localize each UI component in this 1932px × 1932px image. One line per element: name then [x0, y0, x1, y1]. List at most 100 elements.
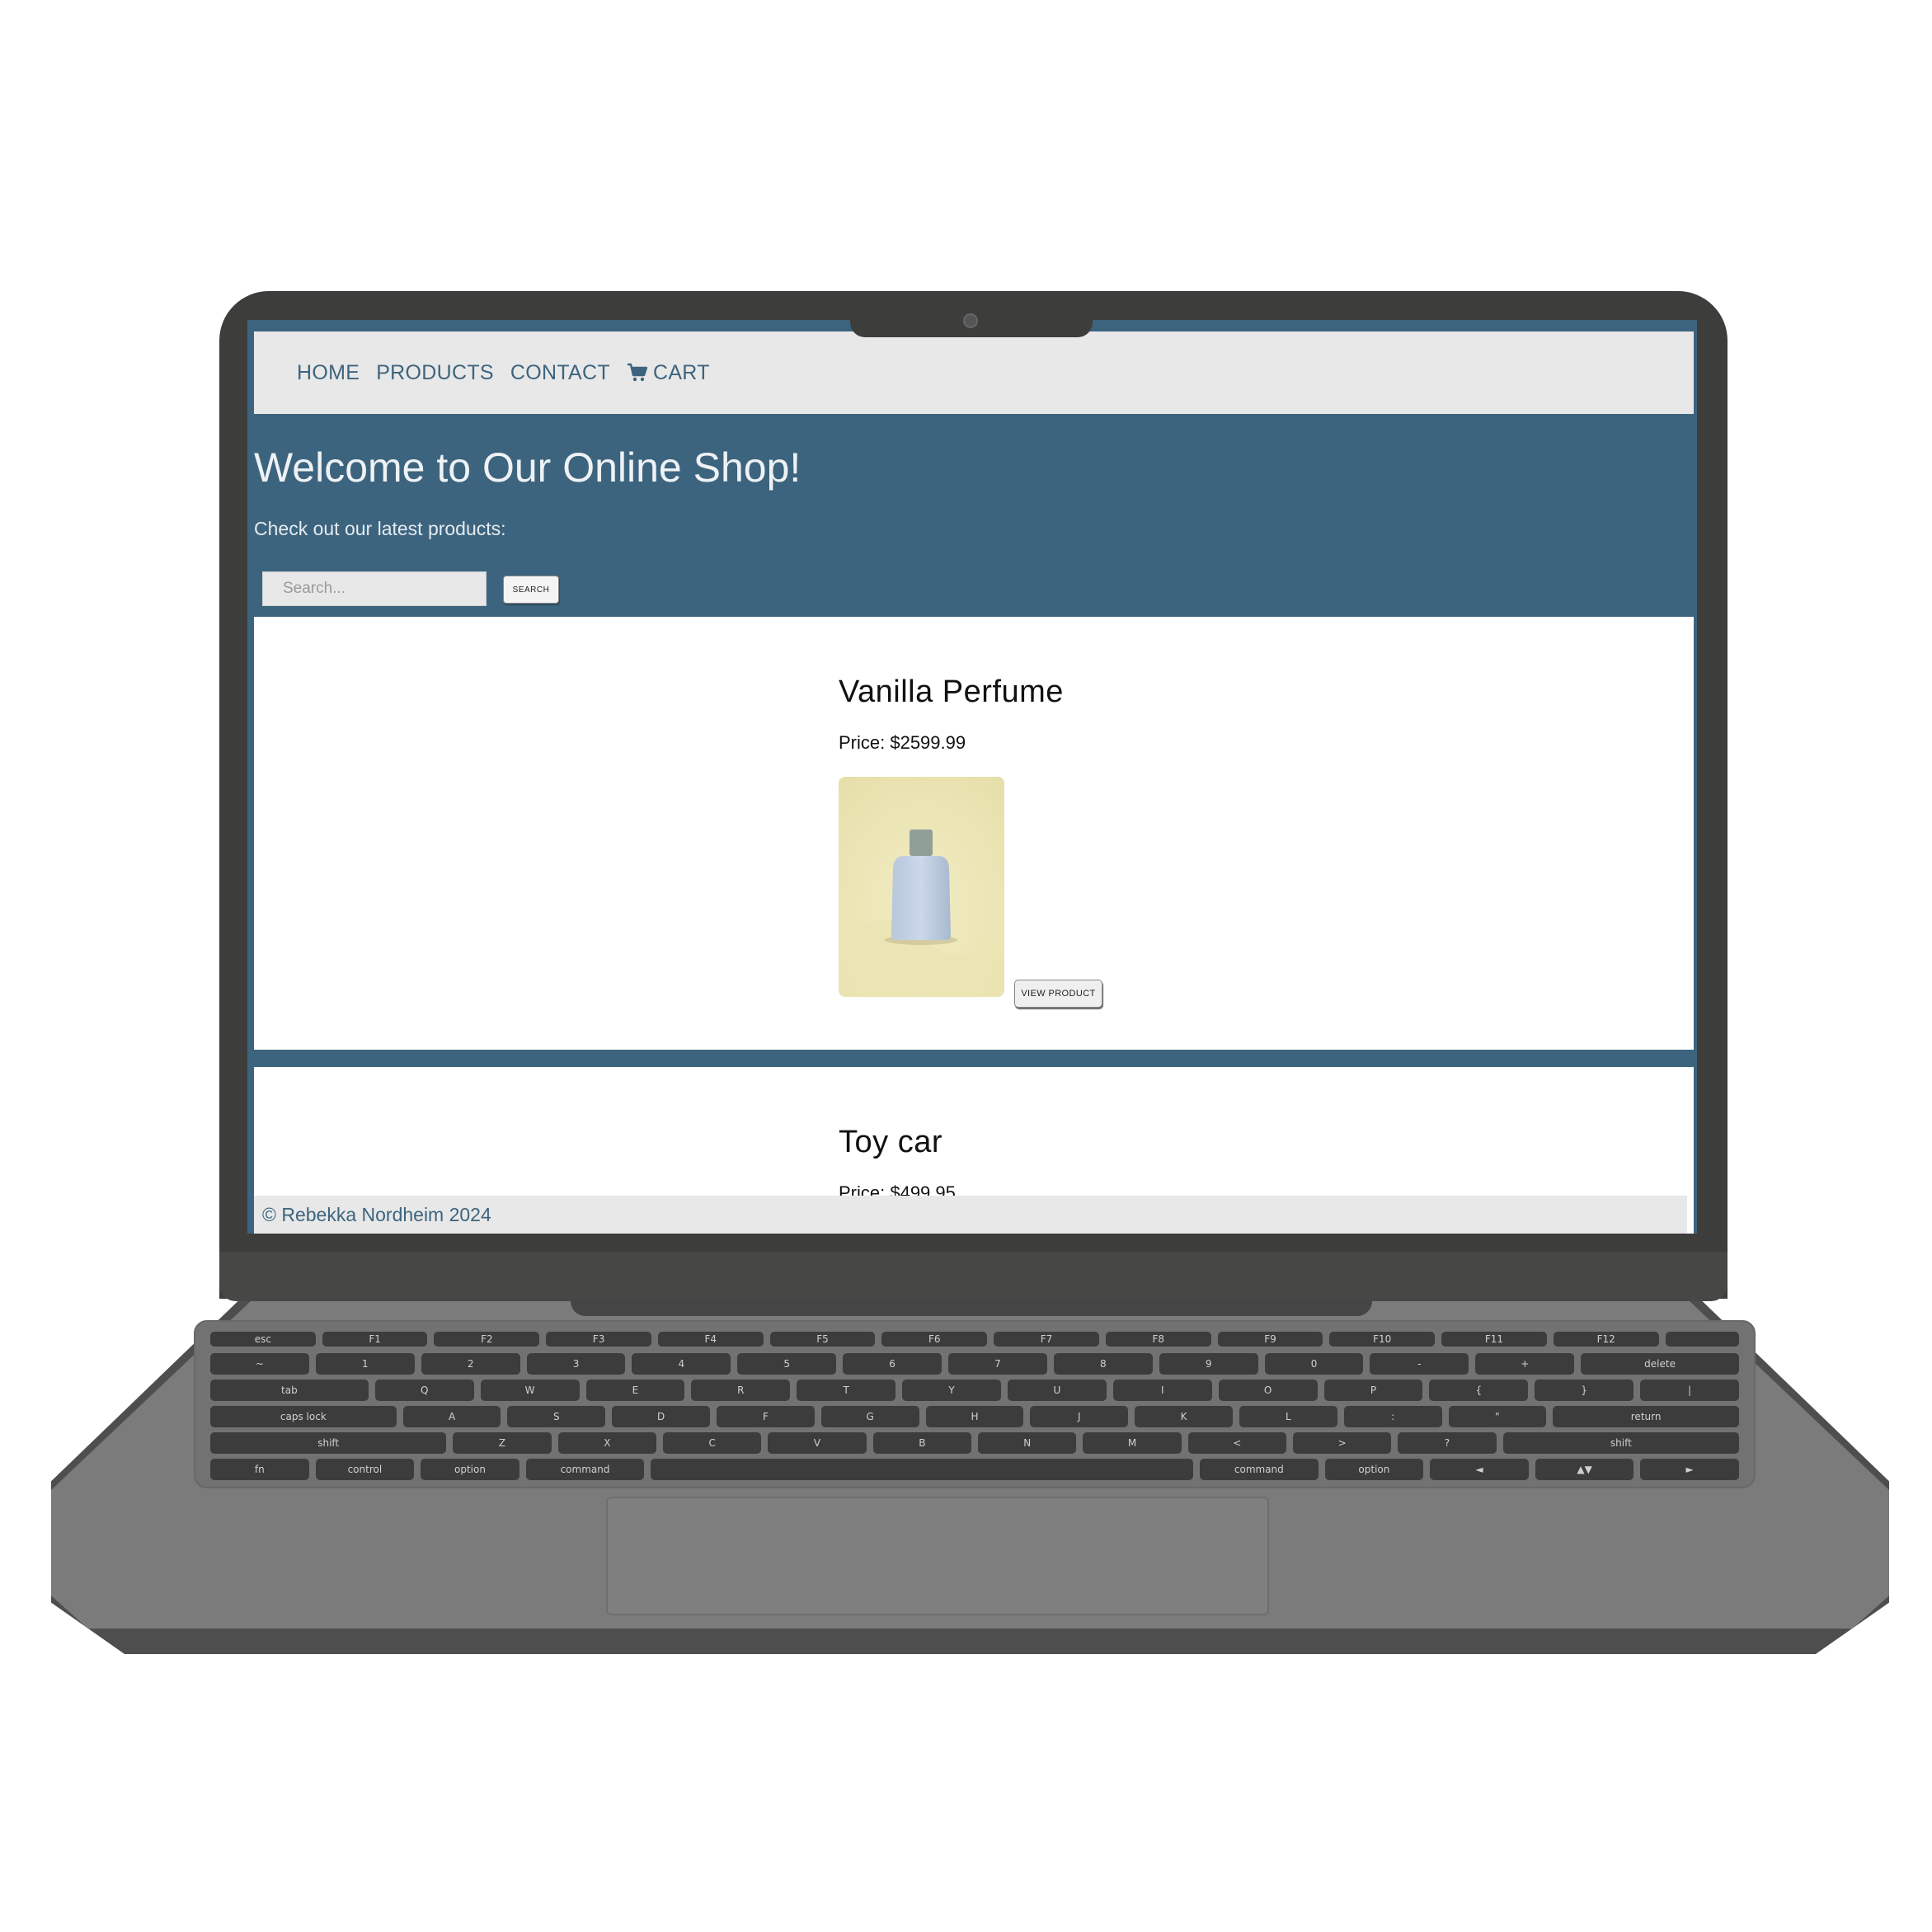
cart-icon — [627, 363, 648, 383]
key: F7 — [994, 1332, 1099, 1347]
keyboard-row-bottom: fn control option command command option… — [210, 1459, 1739, 1480]
key: V — [768, 1432, 867, 1454]
key: F9 — [1217, 1332, 1323, 1347]
key: R — [691, 1380, 791, 1401]
arrow-left-key: ◄ — [1430, 1459, 1529, 1480]
search-button[interactable]: SEARCH — [503, 576, 559, 604]
key: 0 — [1264, 1353, 1364, 1375]
key: F6 — [881, 1332, 988, 1347]
key: 5 — [737, 1353, 837, 1375]
key: : — [1343, 1406, 1442, 1427]
key: B — [872, 1432, 972, 1454]
key: F10 — [1329, 1332, 1436, 1347]
key: W — [480, 1380, 580, 1401]
key: K — [1135, 1406, 1233, 1427]
page-title: Welcome to Our Online Shop! — [254, 444, 801, 491]
keyboard: esc F1 F2 F3 F4 F5 F6 F7 F8 F9 F10 F11 F… — [194, 1320, 1756, 1488]
key: " — [1448, 1406, 1547, 1427]
key: ~ — [210, 1353, 309, 1375]
nav-cart-link[interactable]: CART — [627, 361, 710, 385]
keyboard-row-qwerty: tab Q W E R T Y U I O P { } | — [210, 1380, 1739, 1401]
nav-products-link[interactable]: PRODUCTS — [376, 361, 494, 385]
space-key — [651, 1459, 1194, 1480]
key: E — [585, 1380, 685, 1401]
key: 3 — [526, 1353, 626, 1375]
keyboard-row-function: esc F1 F2 F3 F4 F5 F6 F7 F8 F9 F10 F11 F… — [210, 1332, 1739, 1347]
key: 4 — [632, 1353, 731, 1375]
footer: © Rebekka Nordheim 2024 — [254, 1196, 1687, 1234]
option-key: option — [421, 1459, 519, 1480]
key: > — [1293, 1432, 1392, 1454]
key: X — [557, 1432, 657, 1454]
laptop-hinge — [219, 1252, 1728, 1301]
key: J — [1030, 1406, 1129, 1427]
key: { — [1429, 1380, 1529, 1401]
keyboard-row-numbers: ~ 1 2 3 4 5 6 7 8 9 0 - + delete — [210, 1353, 1739, 1375]
key: C — [663, 1432, 762, 1454]
key: F — [717, 1406, 815, 1427]
key: 6 — [843, 1353, 942, 1375]
key: esc — [210, 1332, 316, 1347]
product-name: Vanilla Perfume — [839, 675, 1064, 709]
key: 2 — [421, 1353, 520, 1375]
search-input[interactable] — [262, 571, 487, 606]
key: < — [1187, 1432, 1286, 1454]
control-key: control — [315, 1459, 415, 1480]
product-card: Vanilla Perfume Price: $2599.99 VIEW PRO… — [254, 617, 1694, 1050]
key: F11 — [1441, 1332, 1547, 1347]
tab-key: tab — [210, 1380, 369, 1401]
trackpad — [606, 1497, 1269, 1615]
key: } — [1535, 1380, 1634, 1401]
command-key: command — [525, 1459, 645, 1480]
key: U — [1007, 1380, 1107, 1401]
return-key: return — [1553, 1406, 1739, 1427]
fn-key: fn — [210, 1459, 309, 1480]
key: ? — [1398, 1432, 1497, 1454]
key: Q — [374, 1380, 474, 1401]
key: P — [1323, 1380, 1423, 1401]
key: F3 — [546, 1332, 651, 1347]
navbar: HOME PRODUCTS CONTACT CART — [254, 331, 1694, 414]
shift-key: shift — [210, 1432, 447, 1454]
nav-contact-link[interactable]: CONTACT — [510, 361, 610, 385]
key: T — [797, 1380, 896, 1401]
key: 7 — [948, 1353, 1047, 1375]
key: D — [612, 1406, 711, 1427]
key: - — [1370, 1353, 1469, 1375]
nav-contact-label: CONTACT — [510, 360, 610, 384]
nav-home-link[interactable]: HOME — [297, 361, 360, 385]
arrow-right-key: ► — [1640, 1459, 1739, 1480]
view-product-button[interactable]: VIEW PRODUCT — [1014, 980, 1102, 1008]
caps-lock-key: caps lock — [210, 1406, 397, 1427]
option-key: option — [1324, 1459, 1424, 1480]
laptop-front-notch — [571, 1300, 1372, 1316]
key: Z — [453, 1432, 552, 1454]
nav-cart-label: CART — [652, 360, 710, 384]
product-name: Toy car — [839, 1125, 942, 1159]
page-subtitle: Check out our latest products: — [254, 518, 506, 539]
key: F5 — [769, 1332, 876, 1347]
nav-products-label: PRODUCTS — [376, 360, 494, 384]
key: G — [820, 1406, 919, 1427]
key: S — [507, 1406, 606, 1427]
key: + — [1475, 1353, 1575, 1375]
arrow-up-down-key: ▲▼ — [1535, 1459, 1634, 1480]
key: F2 — [434, 1332, 540, 1347]
key: Y — [902, 1380, 1001, 1401]
power-key — [1665, 1332, 1739, 1347]
shift-key: shift — [1502, 1432, 1740, 1454]
keyboard-row-shift: shift Z X C V B N M < > ? shift — [210, 1432, 1740, 1454]
command-key: command — [1200, 1459, 1319, 1480]
product-price: Price: $2599.99 — [839, 732, 966, 753]
key: A — [402, 1406, 501, 1427]
key: I — [1112, 1380, 1212, 1401]
key: | — [1640, 1380, 1739, 1401]
key: F12 — [1553, 1332, 1659, 1347]
key: F1 — [322, 1332, 428, 1347]
delete-key: delete — [1581, 1353, 1739, 1375]
footer-copyright: © Rebekka Nordheim 2024 — [262, 1203, 491, 1225]
key: 9 — [1159, 1353, 1258, 1375]
keyboard-row-home: caps lock A S D F G H J K L : " return — [210, 1406, 1739, 1427]
key: F4 — [657, 1332, 764, 1347]
key: H — [925, 1406, 1024, 1427]
